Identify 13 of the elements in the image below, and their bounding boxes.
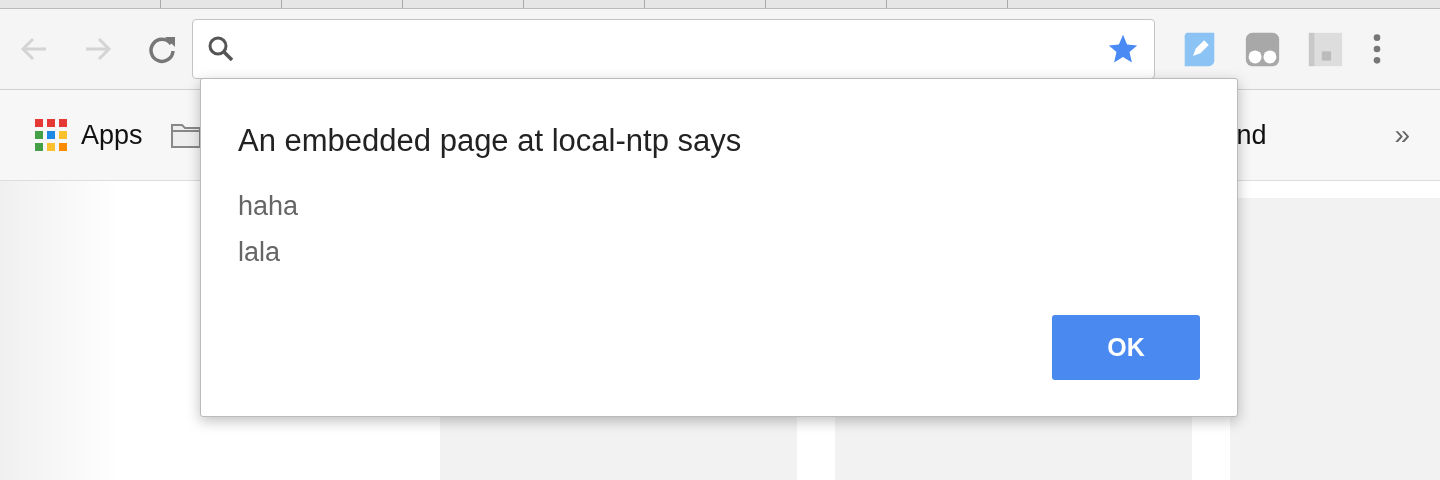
shortcut-tile[interactable] [1230,198,1440,480]
menu-icon[interactable] [1372,32,1382,66]
document-icon[interactable] [1307,30,1344,68]
address-bar[interactable] [192,19,1155,79]
more-bookmarks-button[interactable]: » [1394,119,1410,151]
dialog-message: haha [238,190,300,223]
dialog-message: lala [238,236,282,269]
search-icon [207,35,235,63]
dialog-title: An embedded page at local-ntp says [238,123,743,159]
apps-bookmark[interactable]: Apps [35,119,143,151]
glasses-icon[interactable] [1244,30,1281,68]
apps-grid-icon [35,119,67,151]
folder-icon[interactable] [170,122,201,148]
